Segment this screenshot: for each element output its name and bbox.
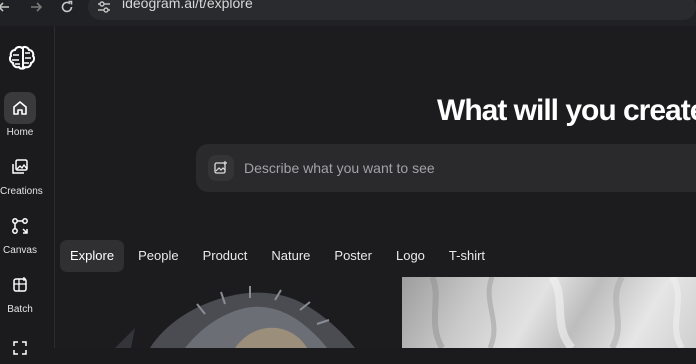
- sidebar: Home Creations Canvas Batch: [0, 26, 55, 355]
- sidebar-item-batch[interactable]: Batch: [0, 269, 40, 315]
- image-gallery-icon: [4, 151, 36, 183]
- expand-icon: [4, 332, 36, 364]
- home-icon: [4, 92, 36, 124]
- canvas-icon: [4, 210, 36, 242]
- sidebar-item-label: Canvas: [3, 245, 37, 256]
- sidebar-item-label: Batch: [7, 304, 33, 315]
- sidebar-item-label: Home: [6, 127, 34, 138]
- main-content: What will you create? Describe what you …: [55, 26, 696, 348]
- sidebar-item-canvas[interactable]: Canvas: [0, 210, 40, 256]
- site-settings-icon[interactable]: [96, 0, 112, 14]
- gallery-image-fabric[interactable]: [402, 277, 696, 348]
- tab-poster[interactable]: Poster: [324, 240, 382, 272]
- reload-icon[interactable]: [59, 0, 75, 16]
- tab-nature[interactable]: Nature: [261, 240, 320, 272]
- sidebar-item-label: Creations: [0, 186, 43, 197]
- forward-icon[interactable]: [28, 0, 44, 16]
- tab-tshirt[interactable]: T-shirt: [439, 240, 495, 272]
- sidebar-item-home[interactable]: Home: [0, 92, 40, 138]
- tab-explore[interactable]: Explore: [60, 240, 125, 272]
- tab-logo[interactable]: Logo: [386, 240, 435, 272]
- tab-product[interactable]: Product: [193, 240, 258, 272]
- url-text[interactable]: ideogram.ai/t/explore: [122, 0, 253, 11]
- sidebar-item-more[interactable]: [0, 332, 40, 364]
- tab-people[interactable]: People: [128, 240, 188, 272]
- gallery-image-lion[interactable]: [55, 284, 395, 348]
- ideogram-logo-icon[interactable]: [8, 44, 36, 72]
- page-title: What will you create?: [437, 94, 696, 127]
- category-tabs: Explore People Product Nature Poster Log…: [60, 240, 495, 272]
- batch-icon: [4, 269, 36, 301]
- prompt-input[interactable]: Describe what you want to see: [244, 160, 435, 176]
- prompt-box[interactable]: Describe what you want to see: [196, 144, 696, 192]
- back-icon[interactable]: [0, 0, 12, 16]
- address-bar[interactable]: ideogram.ai/t/explore: [88, 0, 696, 20]
- add-image-icon[interactable]: [208, 155, 234, 181]
- browser-toolbar: ideogram.ai/t/explore: [0, 0, 696, 26]
- sidebar-item-creations[interactable]: Creations: [0, 151, 43, 197]
